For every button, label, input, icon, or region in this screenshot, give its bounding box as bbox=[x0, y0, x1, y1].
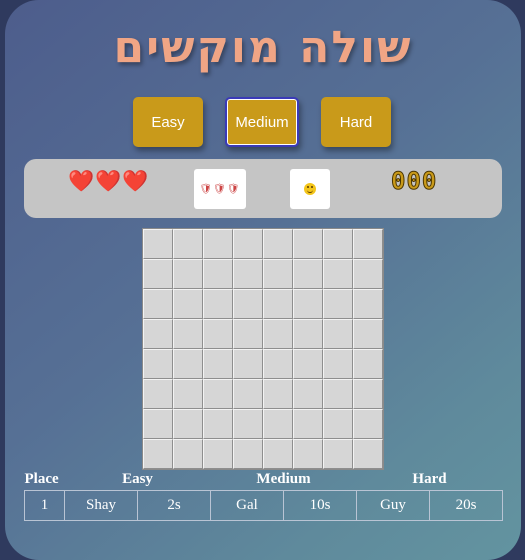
hard-name-cell: Guy bbox=[356, 489, 430, 521]
board-cell[interactable] bbox=[203, 259, 233, 289]
board-cell[interactable] bbox=[203, 439, 233, 469]
board-cell[interactable] bbox=[173, 319, 203, 349]
board-cell[interactable] bbox=[263, 409, 293, 439]
board-cell[interactable] bbox=[353, 259, 383, 289]
board-cell[interactable] bbox=[173, 289, 203, 319]
board-cell[interactable] bbox=[353, 319, 383, 349]
board-cell[interactable] bbox=[353, 349, 383, 379]
medium-header: Medium bbox=[256, 471, 311, 488]
board-cell[interactable] bbox=[203, 319, 233, 349]
board-cell[interactable] bbox=[143, 439, 173, 469]
hard-time-cell: 20s bbox=[429, 489, 503, 521]
mine-counter: 000 bbox=[390, 167, 438, 196]
place-cell: 1 bbox=[24, 489, 65, 521]
board-cell[interactable] bbox=[323, 439, 353, 469]
board-cell[interactable] bbox=[173, 349, 203, 379]
board-cell[interactable] bbox=[323, 289, 353, 319]
board-cell[interactable] bbox=[173, 259, 203, 289]
board-cell[interactable] bbox=[233, 409, 263, 439]
board-cell[interactable] bbox=[233, 259, 263, 289]
board-cell[interactable] bbox=[203, 229, 233, 259]
game-title: שולה מוקשים bbox=[113, 22, 413, 73]
board-cell[interactable] bbox=[233, 229, 263, 259]
board-cell[interactable] bbox=[233, 289, 263, 319]
board-cell[interactable] bbox=[263, 379, 293, 409]
board-cell[interactable] bbox=[323, 409, 353, 439]
board-cell[interactable] bbox=[203, 289, 233, 319]
board-cell[interactable] bbox=[293, 229, 323, 259]
board-cell[interactable] bbox=[203, 409, 233, 439]
scoreboard-table: Place Easy Medium Hard 1 Shay 2s Gal 10s… bbox=[24, 470, 503, 521]
board-cell[interactable] bbox=[263, 349, 293, 379]
board-cell[interactable] bbox=[293, 379, 323, 409]
board-cell[interactable] bbox=[143, 259, 173, 289]
board-cell[interactable] bbox=[353, 379, 383, 409]
board-cell[interactable] bbox=[293, 319, 323, 349]
medium-level-button[interactable]: Medium bbox=[225, 97, 299, 147]
board-cell[interactable] bbox=[353, 229, 383, 259]
smiley-face-icon bbox=[304, 183, 316, 195]
board-cell[interactable] bbox=[293, 409, 323, 439]
board-cell[interactable] bbox=[323, 349, 353, 379]
board-cell[interactable] bbox=[143, 379, 173, 409]
easy-level-button[interactable]: Easy bbox=[133, 97, 203, 147]
game-container: שולה מוקשים Easy Medium Hard ❤️❤️❤️ 🛡🛡🛡 … bbox=[5, 0, 521, 560]
board-cell[interactable] bbox=[353, 409, 383, 439]
board-cell[interactable] bbox=[173, 409, 203, 439]
game-board bbox=[142, 228, 384, 470]
board-cell[interactable] bbox=[233, 349, 263, 379]
table-row: 1 Shay 2s Gal 10s Guy 20s bbox=[24, 489, 503, 521]
board-cell[interactable] bbox=[203, 379, 233, 409]
board-cell[interactable] bbox=[353, 289, 383, 319]
board-cell[interactable] bbox=[323, 319, 353, 349]
easy-time-cell: 2s bbox=[137, 489, 211, 521]
board-cell[interactable] bbox=[293, 289, 323, 319]
board-cell[interactable] bbox=[323, 259, 353, 289]
easy-name-cell: Shay bbox=[64, 489, 138, 521]
hard-level-button[interactable]: Hard bbox=[321, 97, 391, 147]
board-cell[interactable] bbox=[323, 379, 353, 409]
board-cell[interactable] bbox=[353, 439, 383, 469]
board-cell[interactable] bbox=[323, 229, 353, 259]
hints-button[interactable]: 🛡🛡🛡 bbox=[194, 169, 246, 209]
board-cell[interactable] bbox=[263, 319, 293, 349]
board-cell[interactable] bbox=[263, 259, 293, 289]
board-cell[interactable] bbox=[233, 379, 263, 409]
board-cell[interactable] bbox=[203, 349, 233, 379]
board-cell[interactable] bbox=[293, 349, 323, 379]
board-cell[interactable] bbox=[143, 229, 173, 259]
board-cell[interactable] bbox=[233, 439, 263, 469]
medium-time-cell: 10s bbox=[283, 489, 357, 521]
board-cell[interactable] bbox=[143, 319, 173, 349]
board-cell[interactable] bbox=[173, 379, 203, 409]
board-cell[interactable] bbox=[143, 289, 173, 319]
level-selector: Easy Medium Hard bbox=[5, 97, 521, 147]
hard-header: Hard bbox=[412, 471, 447, 488]
lives-hearts-icon: ❤️❤️❤️ bbox=[68, 169, 150, 193]
board-cell[interactable] bbox=[293, 259, 323, 289]
board-cell[interactable] bbox=[293, 439, 323, 469]
board-cell[interactable] bbox=[173, 439, 203, 469]
easy-header: Easy bbox=[122, 471, 153, 488]
restart-smiley-button[interactable] bbox=[290, 169, 330, 209]
board-cell[interactable] bbox=[263, 289, 293, 319]
status-bar: ❤️❤️❤️ 🛡🛡🛡 000 bbox=[24, 159, 502, 218]
board-cell[interactable] bbox=[233, 319, 263, 349]
board-cell[interactable] bbox=[173, 229, 203, 259]
board-cell[interactable] bbox=[263, 439, 293, 469]
board-cell[interactable] bbox=[263, 229, 293, 259]
board-cell[interactable] bbox=[143, 409, 173, 439]
medium-name-cell: Gal bbox=[210, 489, 284, 521]
shield-hints-icon: 🛡🛡🛡 bbox=[199, 183, 241, 195]
place-header: Place bbox=[24, 471, 59, 488]
board-cell[interactable] bbox=[143, 349, 173, 379]
